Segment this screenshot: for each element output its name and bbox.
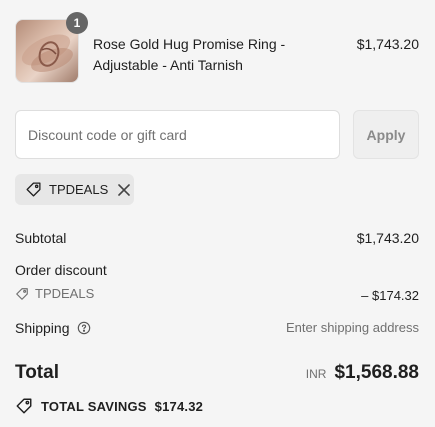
product-name: Rose Gold Hug Promise Ring - Adjustable …: [93, 36, 286, 73]
total-savings-value: $174.32: [154, 398, 204, 414]
order-discount-label: Order discount: [15, 262, 107, 278]
total-currency: INR: [305, 367, 327, 381]
shipping-value: Enter shipping address: [286, 320, 419, 335]
subtotal-value: $1,743.20: [356, 230, 419, 246]
applied-discount-chip: TPDEALS: [15, 174, 134, 205]
tag-icon: [25, 181, 42, 198]
total-savings-label: TOTAL SAVINGS: [41, 398, 147, 414]
applied-discount-code: TPDEALS: [49, 182, 109, 197]
total-amount: $1,568.88: [334, 362, 419, 383]
subtotal-label: Subtotal: [15, 230, 67, 246]
discount-code-input[interactable]: [15, 110, 340, 159]
quantity-badge: 1: [66, 12, 88, 34]
total-label: Total: [15, 362, 59, 383]
order-discount-value: – $174.32: [361, 288, 419, 303]
tag-icon: [15, 287, 29, 301]
total-value: INR $1,568.88: [306, 362, 419, 384]
tag-icon: [15, 397, 33, 415]
remove-discount-icon[interactable]: [118, 183, 131, 196]
product-price: $1,743.20: [356, 36, 419, 52]
shipping-label: Shipping: [15, 320, 70, 336]
total-savings: TOTAL SAVINGS $174.32: [15, 397, 203, 415]
order-discount-code: TPDEALS: [15, 286, 94, 301]
product-item: 1: [15, 12, 88, 83]
shipping-row: Shipping: [15, 319, 91, 337]
help-icon[interactable]: [77, 321, 91, 335]
apply-discount-button[interactable]: Apply: [353, 110, 419, 159]
order-discount-code-text: TPDEALS: [35, 286, 95, 301]
